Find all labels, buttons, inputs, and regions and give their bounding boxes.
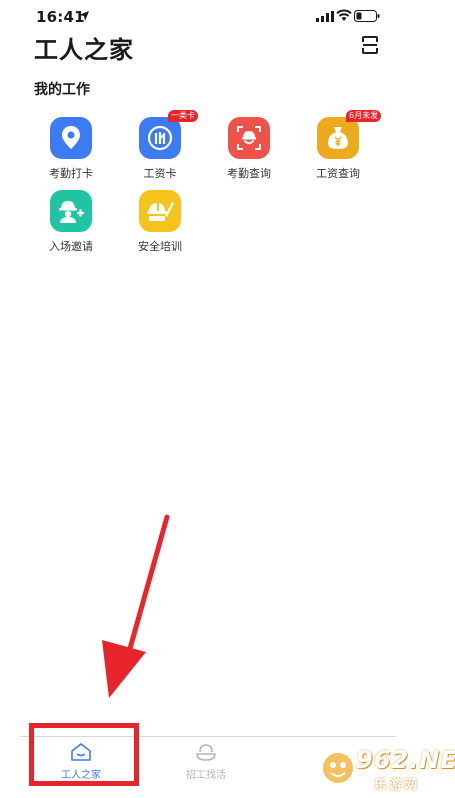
annotation-highlight-box: [29, 723, 139, 786]
watermark-text: 962.NET: [356, 746, 455, 774]
watermark-subtext: 乐游网: [374, 778, 420, 793]
job-search-icon: [196, 744, 216, 761]
tab-label: 招工找活: [186, 770, 226, 781]
watermark-logo-icon: [323, 753, 353, 783]
annotation-arrow: [102, 514, 170, 698]
site-watermark: 962.NET 乐游网: [318, 742, 455, 798]
tab-job-search[interactable]: 招工找活: [156, 740, 256, 790]
